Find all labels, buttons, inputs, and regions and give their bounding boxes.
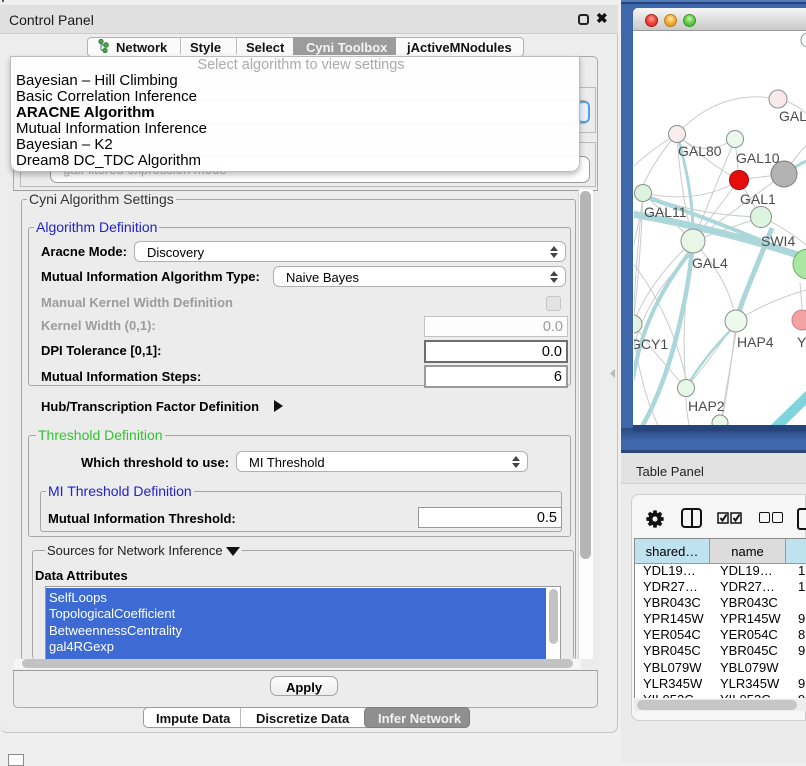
svg-text:HAP2: HAP2 [688,398,725,414]
svg-text:GAL7: GAL7 [779,108,806,124]
svg-text:GAL1: GAL1 [740,191,776,207]
svg-text:HAP4: HAP4 [737,334,774,350]
svg-text:GAL11: GAL11 [644,204,687,220]
svg-text:GCY1: GCY1 [634,336,668,352]
svg-text:GAL80: GAL80 [678,143,722,159]
svg-text:SWI4: SWI4 [761,233,795,249]
svg-text:YG: YG [797,334,806,350]
svg-text:GAL4: GAL4 [692,255,728,271]
svg-text:GAL10: GAL10 [736,150,780,166]
